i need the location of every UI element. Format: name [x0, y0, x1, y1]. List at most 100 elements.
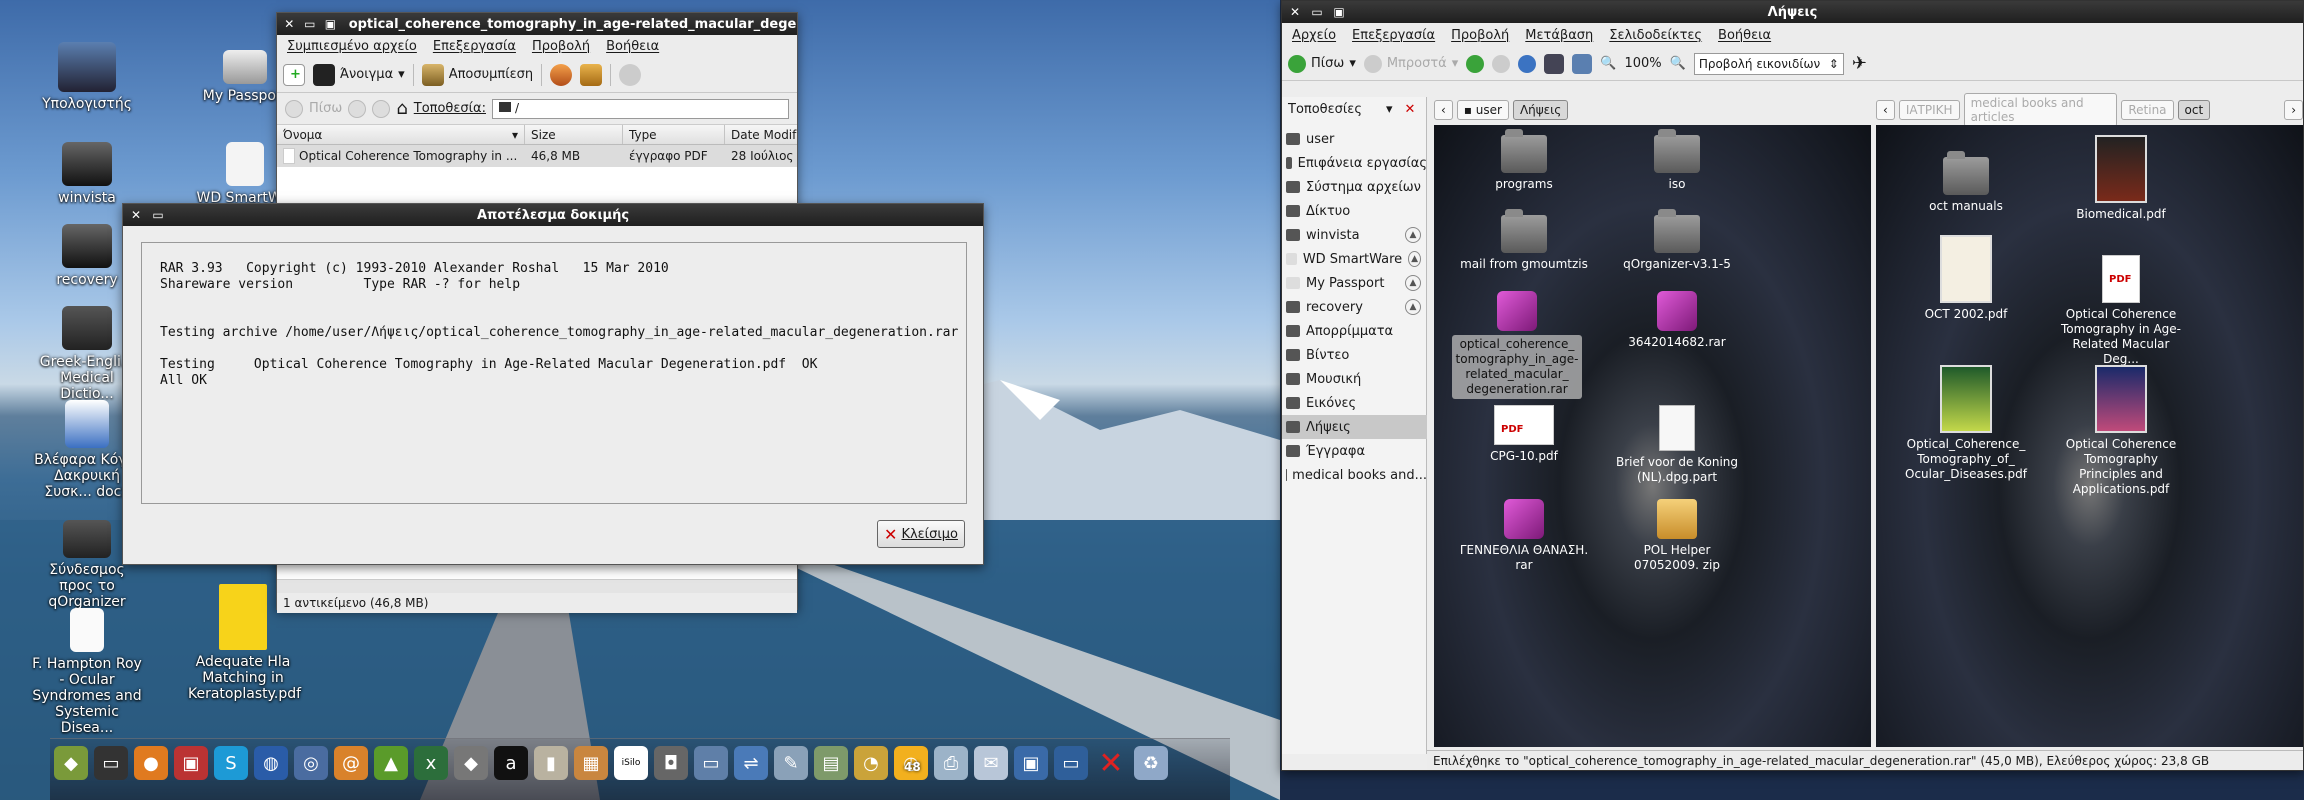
desktop-hampton-roy-icon[interactable]: F. Hampton Roy - Ocular Syndromes and Sy…	[32, 608, 142, 736]
dock-printer-icon[interactable]: ⎙	[934, 746, 968, 780]
file-item[interactable]: 3642014682.rar	[1612, 291, 1742, 350]
eject-icon[interactable]: ▲	[1405, 275, 1421, 291]
add-files-icon[interactable]	[550, 63, 573, 86]
eject-icon[interactable]: ▲	[1405, 227, 1421, 243]
dock-gauge-icon[interactable]: ◔	[854, 746, 888, 780]
minimize-icon[interactable]: ▭	[1308, 4, 1326, 20]
dock-network-icon[interactable]: ⇌	[734, 746, 768, 780]
maximize-icon[interactable]: ▭	[149, 207, 167, 223]
dock-disc-icon[interactable]: ◎	[294, 746, 328, 780]
add-folder-icon[interactable]	[580, 63, 603, 86]
dock-xbmc-icon[interactable]: x	[414, 746, 448, 780]
file-item[interactable]: CPG-10.pdf	[1459, 405, 1589, 464]
dock-folder-icon[interactable]: ▤	[814, 746, 848, 780]
dock-window-icon[interactable]: ▭	[1054, 746, 1088, 780]
home-icon[interactable]: ⌂	[396, 98, 407, 119]
close-icon[interactable]: ✕	[127, 207, 145, 223]
menu-bookmarks[interactable]: Σελιδοδείκτες	[1609, 28, 1702, 43]
close-button[interactable]: ✕ Κλείσιμο	[877, 520, 965, 548]
dock-shell-icon[interactable]: ◆	[454, 746, 488, 780]
dock-chat-icon[interactable]: ✉	[974, 746, 1008, 780]
dock-firefox-icon[interactable]: ●	[134, 746, 168, 780]
maximize-icon[interactable]: ▣	[322, 16, 339, 32]
breadcrumb-oct[interactable]: oct	[2177, 100, 2211, 120]
dock-bottle-icon[interactable]: ▮	[534, 746, 568, 780]
zoom-in-icon[interactable]: 🔍	[1670, 56, 1686, 71]
dock-map-icon[interactable]: ▦	[574, 746, 608, 780]
back-button[interactable]: Πίσω ▾	[1288, 54, 1356, 73]
close-icon[interactable]: ✕	[1286, 4, 1304, 20]
archive-titlebar[interactable]: ✕ ▭ ▣ optical_coherence_tomography_in_ag…	[277, 13, 797, 35]
horizontal-scrollbar[interactable]	[277, 579, 797, 593]
sidebar-item-filesystem[interactable]: Σύστημα αρχείων	[1282, 175, 1427, 199]
file-item[interactable]: POL Helper 07052009. zip	[1612, 499, 1742, 573]
sidebar-item-winvista[interactable]: winvista ▲	[1282, 223, 1427, 247]
new-archive-icon[interactable]: +	[283, 63, 305, 86]
file-item[interactable]: Biomedical.pdf	[2056, 135, 2186, 222]
archive-back-label[interactable]: Πίσω	[309, 101, 342, 116]
breadcrumb-user[interactable]: ▪ user	[1456, 100, 1509, 120]
stop-icon[interactable]	[619, 63, 642, 86]
eject-icon[interactable]: ▲	[1408, 251, 1421, 267]
breadcrumb-next-arrow[interactable]: ›	[2284, 100, 2303, 120]
menu-view[interactable]: Προβολή	[532, 39, 590, 54]
chevron-down-icon[interactable]: ▾	[398, 67, 405, 82]
sidebar-item-downloads[interactable]: Λήψεις	[1282, 415, 1427, 439]
dock-nvidia-icon[interactable]: ▲	[374, 746, 408, 780]
up-icon[interactable]	[1466, 54, 1485, 73]
column-name[interactable]: Όνομα ▾	[277, 125, 525, 144]
dock-isilo-icon[interactable]: iSilo	[614, 746, 648, 780]
file-item[interactable]: programs	[1459, 129, 1589, 192]
file-item[interactable]: Optical_Coherence_ Tomography_of_ Ocular…	[1901, 365, 2031, 482]
sidebar-item-videos[interactable]: Βίντεο	[1282, 343, 1427, 367]
dock-gift-icon[interactable]: ▣	[174, 746, 208, 780]
breadcrumb-left-arrow[interactable]: ‹	[1434, 100, 1453, 120]
dock-launcher-1-icon[interactable]: ◆	[54, 746, 88, 780]
column-type[interactable]: Type	[623, 125, 725, 144]
menu-edit[interactable]: Επεξεργασία	[1352, 28, 1435, 43]
breadcrumb-retina[interactable]: Retina	[2121, 100, 2174, 120]
eject-icon[interactable]: ▲	[1405, 299, 1421, 315]
dock-camera-icon[interactable]: ◘	[654, 746, 688, 780]
breadcrumb-iatriki[interactable]: ΙΑΤΡΙΚΗ	[1898, 100, 1960, 120]
file-item[interactable]: qOrganizer-v3.1-5	[1612, 209, 1742, 272]
menu-help[interactable]: Βοήθεια	[606, 39, 659, 54]
menu-archive[interactable]: Συμπιεσμένο αρχείο	[287, 39, 417, 54]
desktop-computer-icon[interactable]: Υπολογιστής	[32, 42, 142, 112]
dock-globe-icon[interactable]: ◍	[254, 746, 288, 780]
close-icon[interactable]: ✕	[281, 16, 298, 32]
menu-edit[interactable]: Επεξεργασία	[433, 39, 516, 54]
chevron-down-icon[interactable]: ▾	[1386, 102, 1393, 117]
dock-skype-icon[interactable]: S	[214, 746, 248, 780]
file-item[interactable]: iso	[1612, 129, 1742, 192]
spatial-mode-icon[interactable]: ✈	[1852, 53, 1867, 74]
chevron-down-icon[interactable]: ▾	[1452, 56, 1459, 71]
sidebar-item-mypassport[interactable]: My Passport ▲	[1282, 271, 1427, 295]
sidebar-item-documents[interactable]: Έγγραφα	[1282, 439, 1427, 463]
chevron-down-icon[interactable]: ▾	[1349, 56, 1356, 71]
forward-icon[interactable]	[348, 99, 367, 118]
sidebar-item-network[interactable]: Δίκτυο	[1282, 199, 1427, 223]
file-item[interactable]: Brief voor de Koning (NL).dpg.part	[1612, 405, 1742, 485]
file-item[interactable]: mail from gmoumtzis	[1459, 209, 1589, 272]
forward-button[interactable]: Μπροστά ▾	[1363, 54, 1459, 73]
dock-tools-icon[interactable]: ✎	[774, 746, 808, 780]
menu-view[interactable]: Προβολή	[1451, 28, 1509, 43]
column-date[interactable]: Date Modif	[725, 125, 797, 144]
computer-icon[interactable]	[1572, 53, 1593, 74]
dialog-titlebar[interactable]: ✕ ▭ Αποτέλεσμα δοκιμής	[123, 204, 983, 226]
menu-file[interactable]: Αρχείο	[1292, 28, 1336, 43]
breadcrumb-downloads[interactable]: Λήψεις	[1512, 100, 1569, 120]
dock-terminal-icon[interactable]: ▭	[94, 746, 128, 780]
extract-button[interactable]: Αποσυμπίεση	[421, 63, 533, 86]
file-item-selected[interactable]: optical_coherence_ tomography_in_age- re…	[1452, 291, 1582, 399]
close-sidebar-icon[interactable]: ✕	[1404, 102, 1415, 117]
dock-trash-icon[interactable]: ♻	[1134, 746, 1168, 780]
up-icon[interactable]	[372, 99, 391, 118]
minimize-icon[interactable]: ▭	[302, 16, 319, 32]
file-item[interactable]: Optical Coherence Tomography in Age- Rel…	[2056, 255, 2186, 367]
stop-icon[interactable]	[1492, 54, 1511, 73]
file-item[interactable]: OCT 2002.pdf	[1901, 235, 2031, 322]
downloads-titlebar[interactable]: ✕ ▭ ▣ Λήψεις	[1282, 1, 2303, 23]
column-size[interactable]: Size	[525, 125, 623, 144]
